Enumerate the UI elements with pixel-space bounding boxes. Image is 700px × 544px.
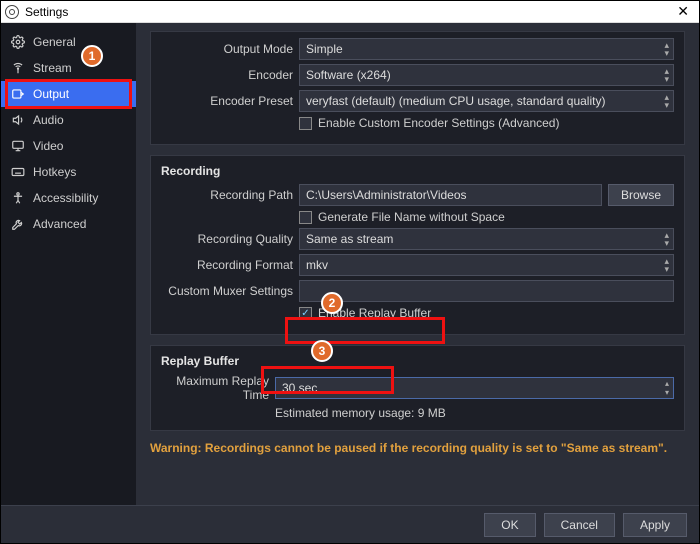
recording-format-label: Recording Format [161,258,293,272]
custom-muxer-input[interactable] [299,280,674,302]
output-mode-select[interactable]: Simple ▴▾ [299,38,674,60]
group-streaming: Output Mode Simple ▴▾ Encoder Software (… [150,31,685,145]
enable-custom-encoder-checkbox[interactable]: Enable Custom Encoder Settings (Advanced… [299,116,674,130]
chevron-updown-icon: ▴▾ [664,93,669,109]
encoder-value: Software (x264) [306,68,391,82]
recording-title: Recording [161,164,674,178]
output-icon [11,87,25,101]
encoder-preset-label: Encoder Preset [161,94,293,108]
keyboard-icon [11,165,25,179]
browse-button[interactable]: Browse [608,184,674,206]
group-replay-buffer: Replay Buffer Maximum Replay Time 30 sec… [150,345,685,431]
recording-quality-label: Recording Quality [161,232,293,246]
chevron-updown-icon: ▴▾ [664,231,669,247]
annotation-badge-2: 2 [321,292,343,314]
app-icon [5,5,19,19]
sidebar-item-label: Video [33,139,63,153]
sidebar-item-label: Stream [33,61,72,75]
warning-text: Warning: Recordings cannot be paused if … [150,441,685,455]
encoder-select[interactable]: Software (x264) ▴▾ [299,64,674,86]
settings-window: Settings ✕ General Stream Output Audio [0,0,700,544]
max-replay-time-input[interactable]: 30 sec ▴▾ [275,377,674,399]
recording-quality-select[interactable]: Same as stream▴▾ [299,228,674,250]
sidebar-item-label: Output [33,87,69,101]
sidebar-item-accessibility[interactable]: Accessibility [1,185,136,211]
gear-icon [11,35,25,49]
generate-filename-checkbox[interactable]: Generate File Name without Space [299,210,674,224]
enable-replay-buffer-checkbox[interactable]: Enable Replay Buffer [299,306,674,320]
checkbox-icon [299,117,312,130]
sidebar-item-audio[interactable]: Audio [1,107,136,133]
spinner-icon: ▴▾ [665,379,669,397]
sidebar-item-label: Advanced [33,217,86,231]
sidebar: General Stream Output Audio Video Hotkey… [1,23,136,505]
estimated-memory-usage: Estimated memory usage: 9 MB [275,406,674,420]
monitor-icon [11,139,25,153]
speaker-icon [11,113,25,127]
annotation-badge-3: 3 [311,340,333,362]
max-replay-time-label: Maximum Replay Time [161,374,269,402]
encoder-preset-select[interactable]: veryfast (default) (medium CPU usage, st… [299,90,674,112]
output-mode-label: Output Mode [161,42,293,56]
chevron-updown-icon: ▴▾ [664,67,669,83]
encoder-label: Encoder [161,68,293,82]
titlebar: Settings ✕ [1,1,699,23]
sidebar-item-label: Accessibility [33,191,98,205]
annotation-highlight-2 [285,317,445,344]
checkbox-label: Generate File Name without Space [318,210,505,224]
replay-buffer-title: Replay Buffer [161,354,674,368]
sidebar-item-label: Audio [33,113,64,127]
custom-muxer-label: Custom Muxer Settings [161,284,293,298]
recording-path-label: Recording Path [161,188,293,202]
encoder-preset-value: veryfast (default) (medium CPU usage, st… [306,94,605,108]
sidebar-item-label: General [33,35,76,49]
sidebar-item-label: Hotkeys [33,165,76,179]
cancel-button[interactable]: Cancel [544,513,615,537]
group-recording: Recording Recording Path C:\Users\Admini… [150,155,685,335]
window-title: Settings [25,5,671,19]
chevron-updown-icon: ▴▾ [664,257,669,273]
sidebar-item-hotkeys[interactable]: Hotkeys [1,159,136,185]
footer: OK Cancel Apply [1,505,699,543]
content-panel: Output Mode Simple ▴▾ Encoder Software (… [136,23,699,505]
apply-button[interactable]: Apply [623,513,687,537]
chevron-updown-icon: ▴▾ [664,41,669,57]
sidebar-item-stream[interactable]: Stream [1,55,136,81]
accessibility-icon [11,191,25,205]
ok-button[interactable]: OK [484,513,535,537]
recording-path-input[interactable]: C:\Users\Administrator\Videos [299,184,602,206]
recording-format-select[interactable]: mkv▴▾ [299,254,674,276]
sidebar-item-output[interactable]: Output [1,81,136,107]
sidebar-item-advanced[interactable]: Advanced [1,211,136,237]
close-icon[interactable]: ✕ [671,3,695,20]
antenna-icon [11,61,25,75]
sidebar-item-video[interactable]: Video [1,133,136,159]
output-mode-value: Simple [306,42,343,56]
annotation-badge-1: 1 [81,45,103,67]
checkbox-icon [299,211,312,224]
wrench-icon [11,217,25,231]
max-replay-time-value: 30 sec [282,381,317,395]
checkbox-label: Enable Custom Encoder Settings (Advanced… [318,116,559,130]
sidebar-item-general[interactable]: General [1,29,136,55]
checkbox-checked-icon [299,307,312,320]
